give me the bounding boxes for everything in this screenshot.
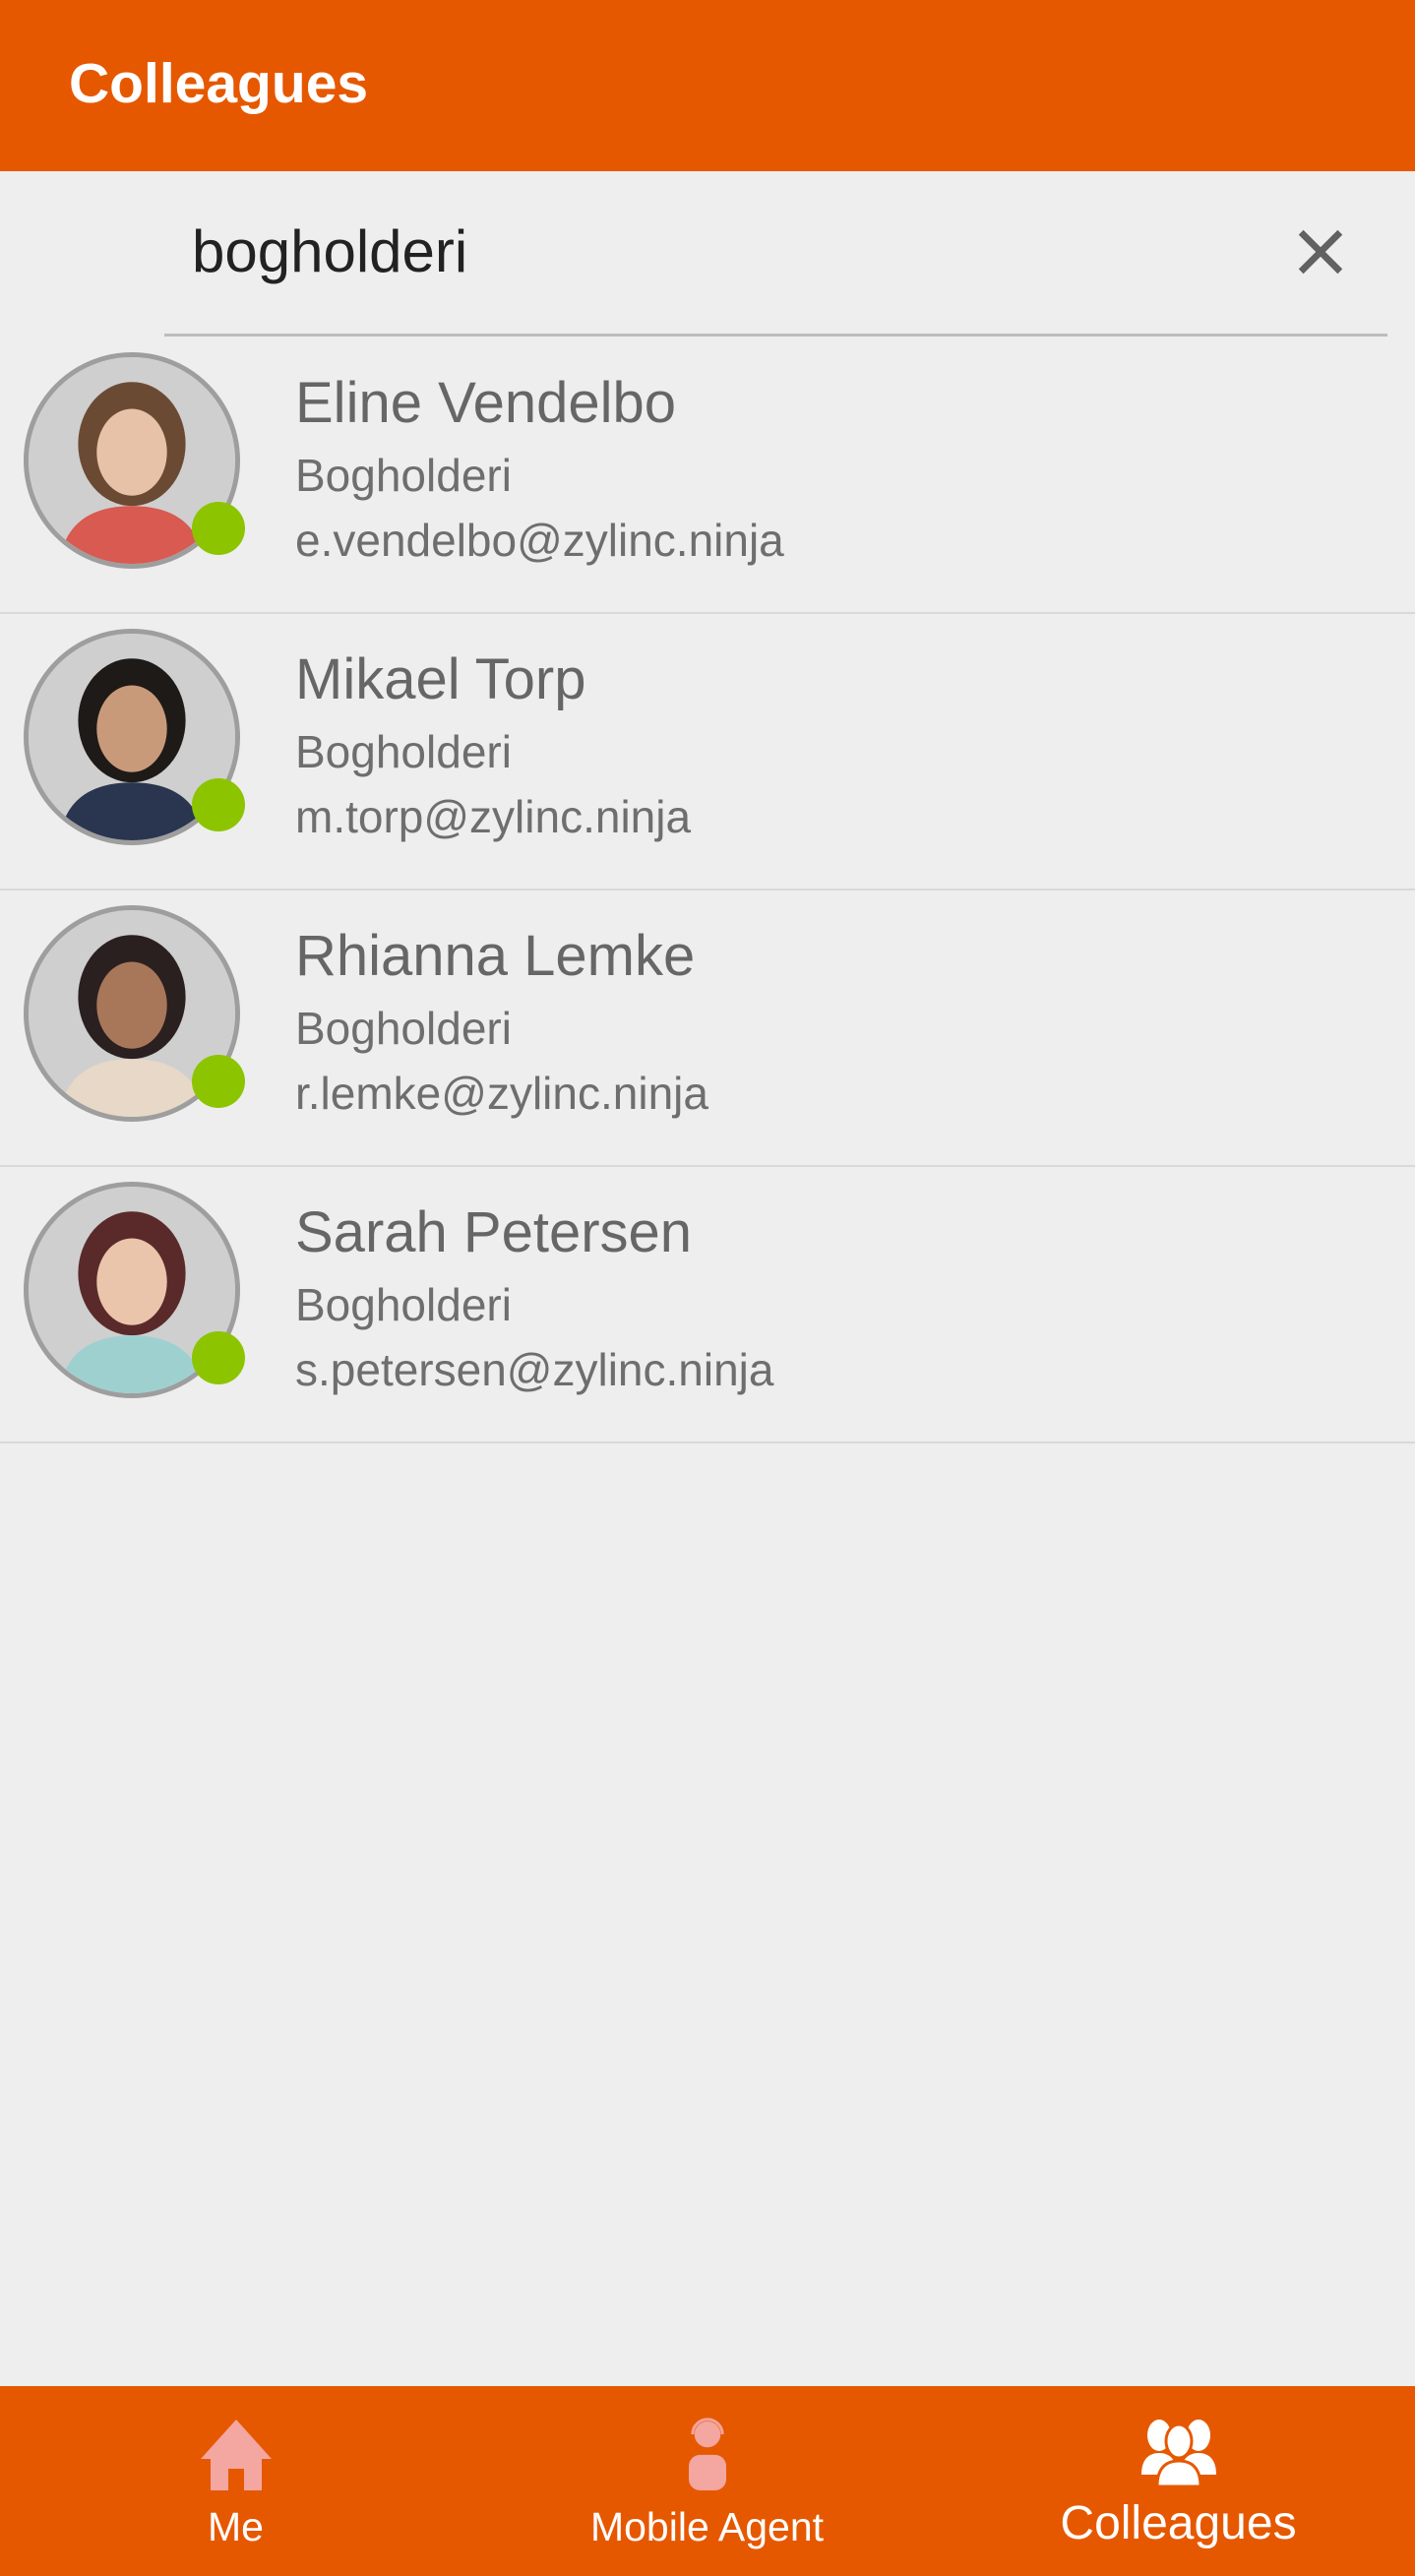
colleague-email: r.lemke@zylinc.ninja [295,1068,708,1119]
nav-item-mobile-agent[interactable]: Mobile Agent [471,2386,943,2576]
colleague-name: Rhianna Lemke [295,924,696,988]
colleague-department: Bogholderi [295,726,512,777]
colleague-row[interactable]: Sarah Petersen Bogholderi s.petersen@zyl… [0,1166,1415,1443]
online-status-dot [192,1331,245,1384]
app-header: Colleagues [0,0,1415,171]
page-title: Colleagues [69,52,369,115]
colleague-department: Bogholderi [295,1279,512,1330]
colleague-email: s.petersen@zylinc.ninja [295,1344,774,1395]
colleague-row[interactable]: Eline Vendelbo Bogholderi e.vendelbo@zyl… [0,337,1415,614]
nav-label: Colleagues [1060,2497,1297,2549]
colleague-row[interactable]: Rhianna Lemke Bogholderi r.lemke@zylinc.… [0,889,1415,1167]
online-status-dot [192,778,245,831]
bottom-nav: Me Mobile Agent Colleagues [0,2386,1415,2576]
nav-label: Mobile Agent [589,2504,825,2549]
people-icon [1140,2420,1216,2486]
colleague-department: Bogholderi [295,1003,512,1054]
nav-item-me[interactable]: Me [0,2386,471,2576]
nav-item-colleagues[interactable]: Colleagues [943,2386,1414,2576]
nav-label: Me [208,2504,264,2549]
colleague-name: Mikael Torp [295,647,586,711]
colleague-department: Bogholderi [295,450,512,501]
online-status-dot [192,1055,245,1108]
colleague-name: Sarah Petersen [295,1200,693,1264]
colleague-email: e.vendelbo@zylinc.ninja [295,515,784,566]
search-input[interactable] [192,207,1255,295]
colleague-row[interactable]: Mikael Torp Bogholderi m.torp@zylinc.nin… [0,613,1415,890]
online-status-dot [192,502,245,555]
colleague-name: Eline Vendelbo [295,371,676,435]
home-icon [200,2420,272,2490]
close-icon[interactable] [1287,218,1354,285]
colleague-email: m.torp@zylinc.ninja [295,791,692,842]
headset-agent-icon [688,2418,726,2490]
